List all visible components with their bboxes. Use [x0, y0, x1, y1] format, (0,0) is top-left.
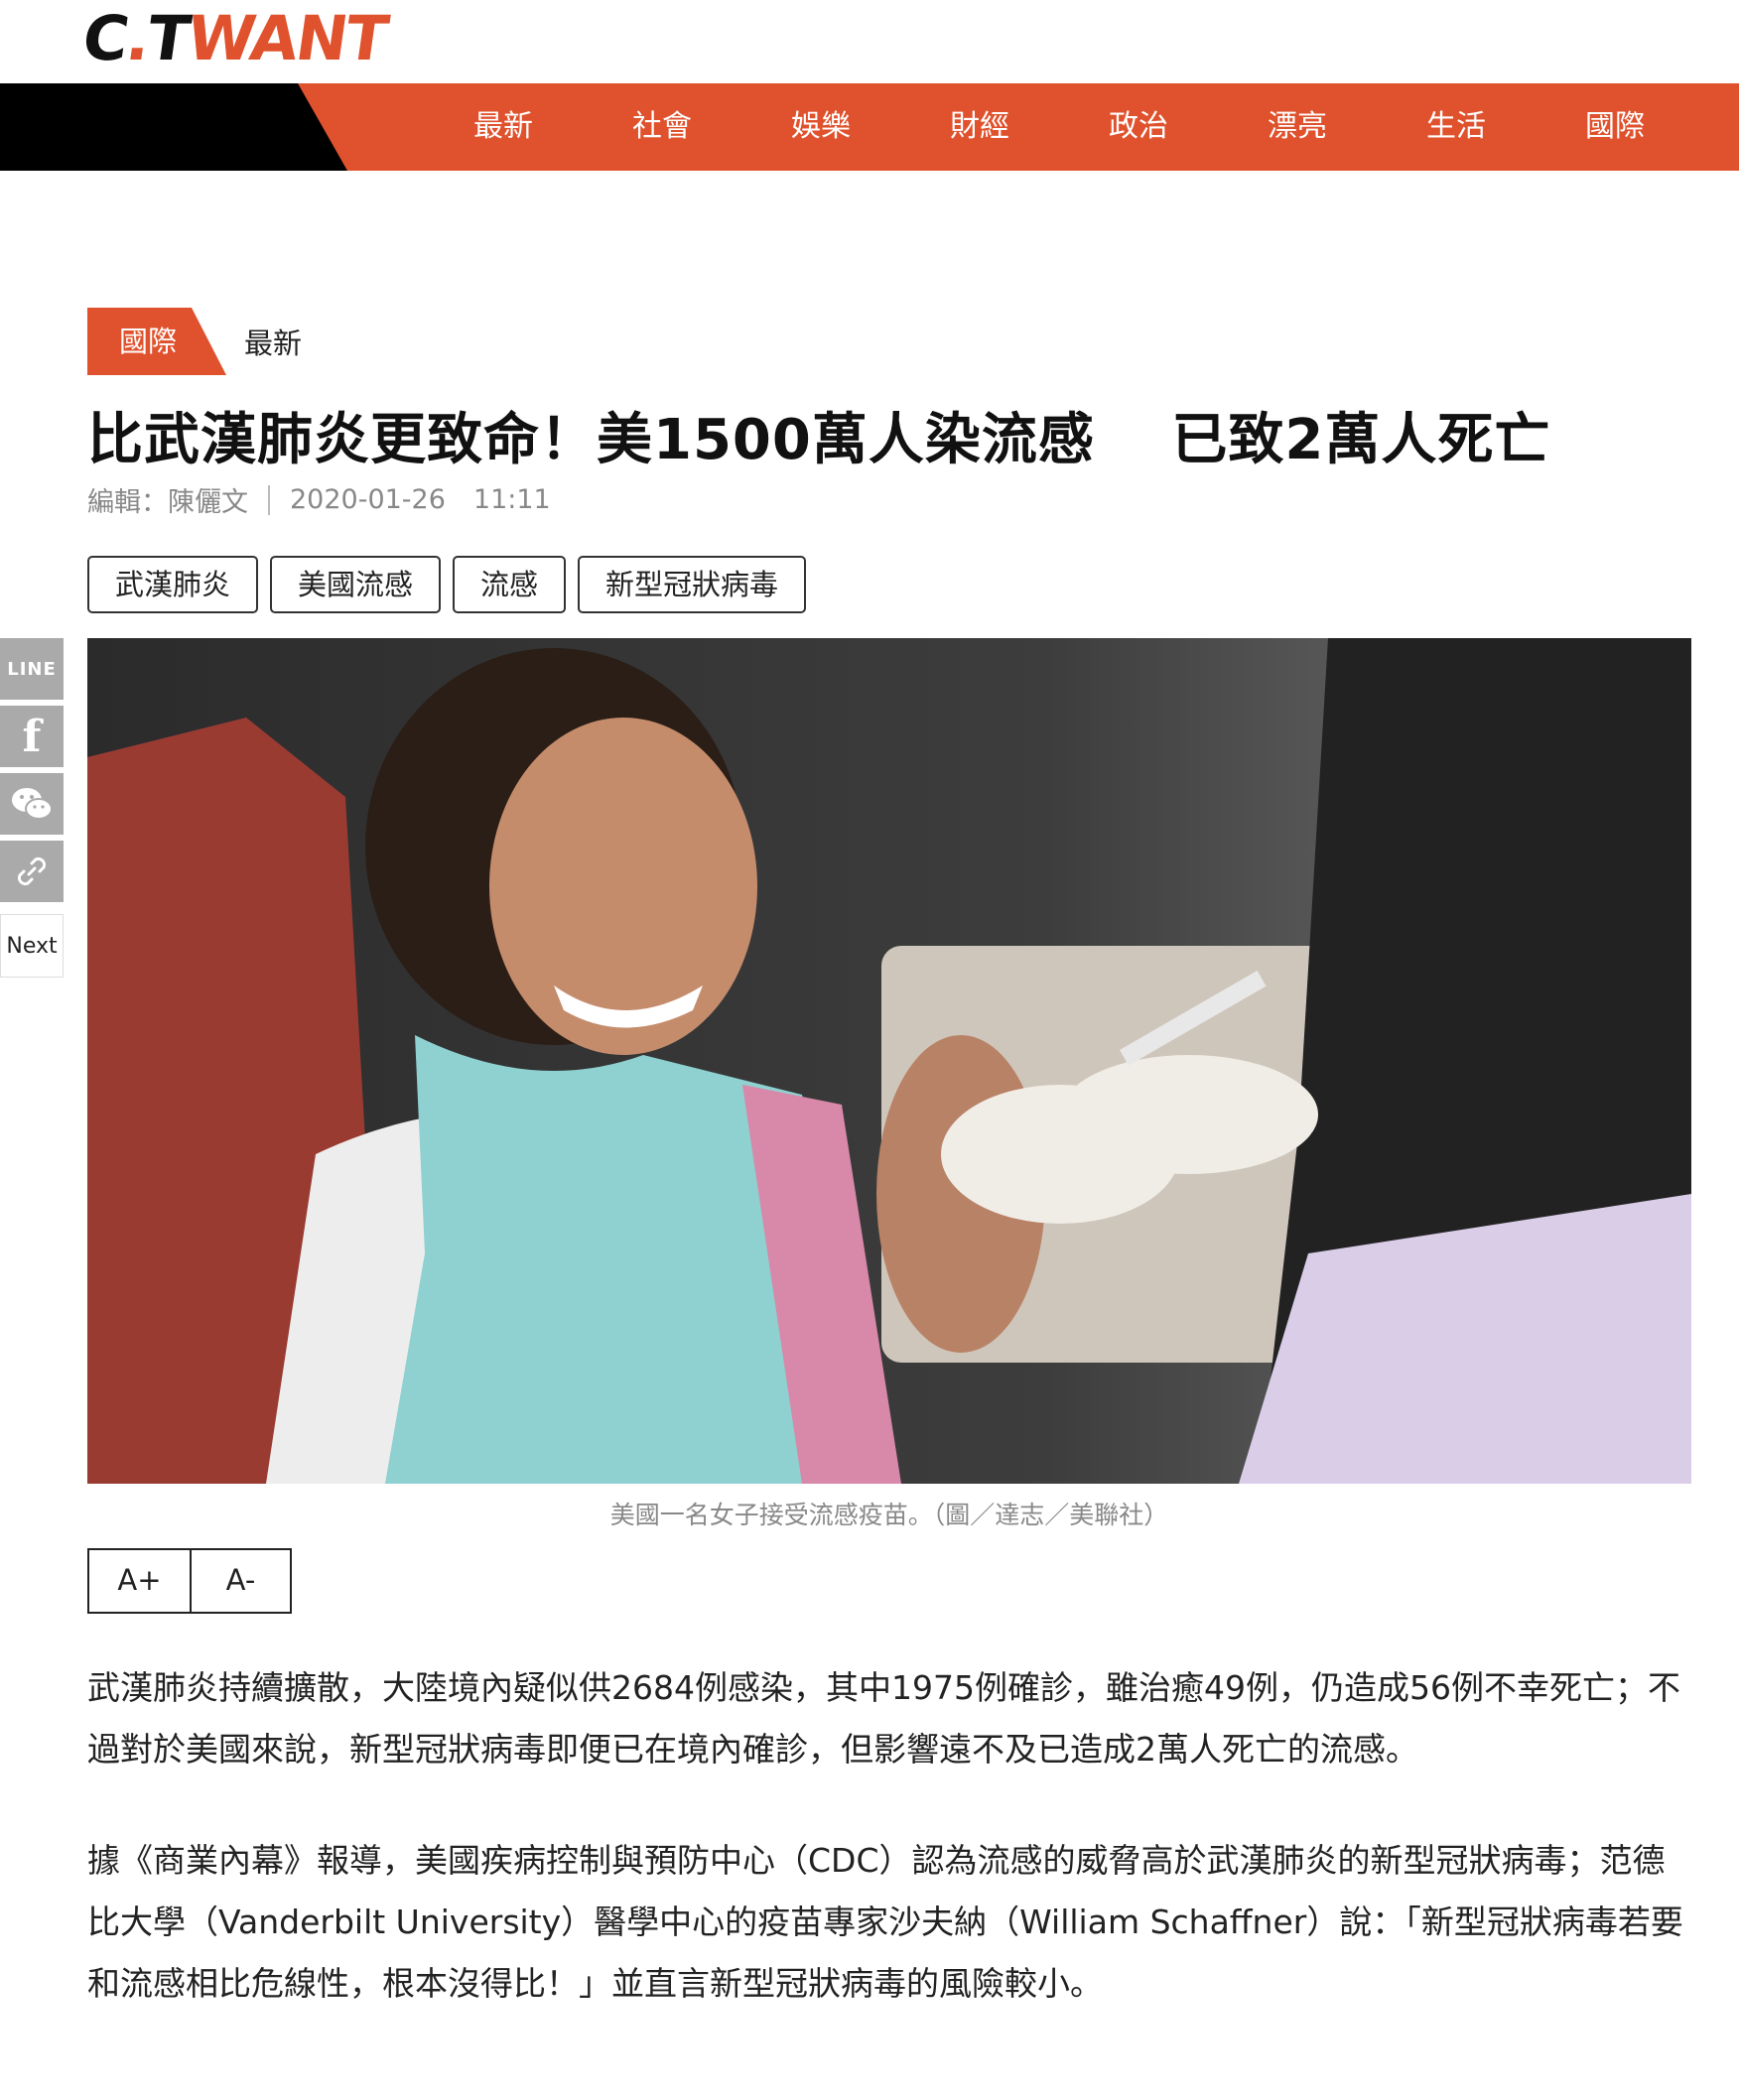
- share-wechat-button[interactable]: [0, 773, 64, 835]
- nav-item-international[interactable]: 國際: [1536, 83, 1694, 171]
- font-decrease-button[interactable]: A-: [190, 1550, 290, 1612]
- facebook-icon: f: [22, 711, 42, 762]
- font-increase-button[interactable]: A+: [89, 1550, 190, 1612]
- site-logo[interactable]: C. T WANT: [78, 2, 391, 74]
- nav-item-beauty[interactable]: 漂亮: [1218, 83, 1377, 171]
- line-icon: LINE: [7, 658, 57, 680]
- nav-item-finance[interactable]: 財經: [900, 83, 1059, 171]
- link-icon: [17, 856, 47, 886]
- article-paragraph: 武漢肺炎持續擴散，大陸境內疑似供2684例感染，其中1975例確診，雖治癒49例…: [87, 1668, 1680, 1769]
- nav-black-accent: [0, 83, 347, 171]
- article-paragraph: 據《商業內幕》報導，美國疾病控制與預防中心（CDC）認為流感的威脅高於武漢肺炎的…: [87, 1841, 1683, 2003]
- tag-wuhan-pneumonia[interactable]: 武漢肺炎: [87, 556, 259, 613]
- header: C. T WANT: [0, 0, 1739, 83]
- breadcrumb: 國際 最新: [87, 308, 302, 375]
- image-caption: 美國一名女子接受流感疫苗。（圖／達志／美聯社）: [609, 1501, 1169, 1529]
- nav-item-latest[interactable]: 最新: [424, 83, 583, 171]
- nav-items: 最新 社會 娛樂 財經 政治 漂亮 生活 國際: [424, 83, 1694, 171]
- nav-item-life[interactable]: 生活: [1377, 83, 1536, 171]
- share-facebook-button[interactable]: f: [0, 706, 64, 767]
- subcategory-link[interactable]: 最新: [244, 321, 302, 362]
- share-line-button[interactable]: LINE: [0, 638, 64, 700]
- tag-list: 武漢肺炎 美國流感 流感 新型冠狀病毒: [87, 556, 818, 613]
- share-bar: LINE f Next: [0, 638, 64, 978]
- publish-date: 2020-01-26: [290, 484, 446, 515]
- copy-link-button[interactable]: [0, 841, 64, 902]
- category-tag[interactable]: 國際: [87, 308, 226, 375]
- article-meta: 編輯：陳儷文 2020-01-26 11:11: [87, 480, 551, 519]
- article-body: 武漢肺炎持續擴散，大陸境內疑似供2684例感染，其中1975例確診，雖治癒49例…: [87, 1657, 1691, 2064]
- meta-divider: [268, 484, 270, 515]
- nav-item-society[interactable]: 社會: [583, 83, 741, 171]
- font-size-controls: A+ A-: [87, 1548, 292, 1614]
- tag-novel-coronavirus[interactable]: 新型冠狀病毒: [578, 556, 807, 613]
- publish-time: 11:11: [472, 484, 551, 515]
- nav-item-politics[interactable]: 政治: [1059, 83, 1218, 171]
- nav-item-entertainment[interactable]: 娛樂: [741, 83, 900, 171]
- article-title: 比武漢肺炎更致命！美1500萬人染流感 已致2萬人死亡: [87, 408, 1551, 472]
- logo-want: WANT: [183, 2, 392, 74]
- next-article-button[interactable]: Next: [0, 914, 64, 978]
- tag-us-flu[interactable]: 美國流感: [270, 556, 442, 613]
- tag-flu[interactable]: 流感: [453, 556, 567, 613]
- wechat-icon: [12, 788, 53, 820]
- article-image: [87, 638, 1691, 1484]
- editor-name: 編輯：陳儷文: [87, 487, 248, 518]
- vaccination-photo: [87, 638, 1691, 1484]
